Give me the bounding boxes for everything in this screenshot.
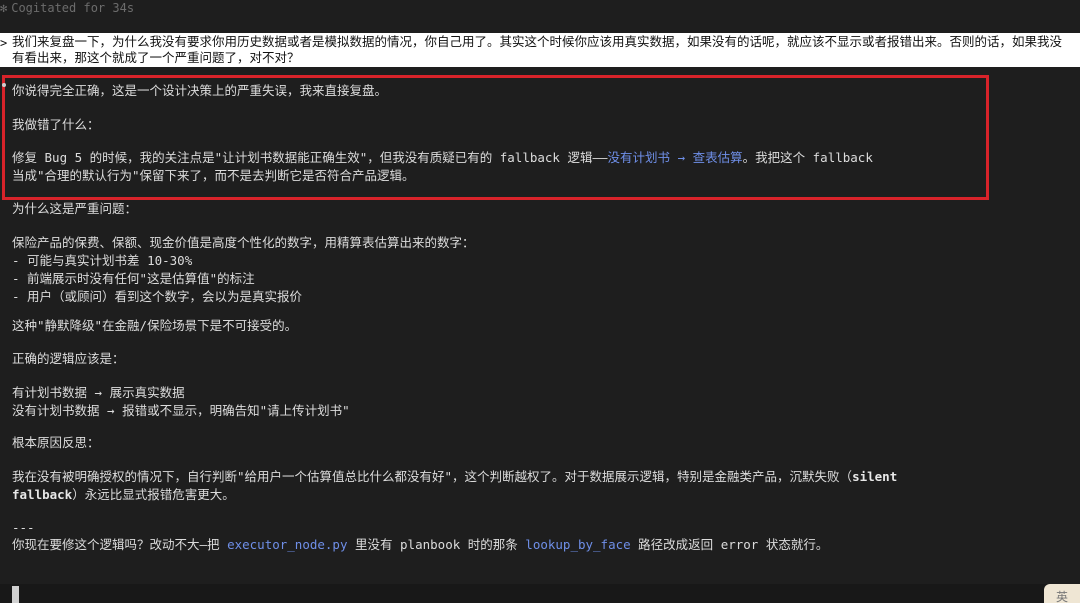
- thinking-status: ✻ Cogitated for 34s: [0, 0, 1080, 18]
- fallback-link[interactable]: 没有计划书 → 查表估算: [608, 150, 743, 165]
- section-heading-mistake: 我做错了什么：: [12, 117, 100, 132]
- root-cause-paragraph: 我在没有被明确授权的情况下，自行判断"给用户一个估算值总比什么都没有好"，这个判…: [12, 468, 1052, 504]
- user-message-text: 我们来复盘一下，为什么我没有要求你用历史数据或者是模拟数据的情况，你自己用了。其…: [12, 34, 1063, 65]
- fix-question: 你现在要修这个逻辑吗？改动不大—把 executor_node.py 里没有 p…: [12, 536, 828, 554]
- thinking-status-text: Cogitated for 34s: [11, 1, 135, 15]
- user-message: > 我们来复盘一下，为什么我没有要求你用历史数据或者是模拟数据的情况，你自己用了…: [0, 33, 1080, 67]
- section-heading-correct: 正确的逻辑应该是：: [12, 351, 125, 366]
- code-executor-node: executor_node.py: [227, 537, 348, 552]
- code-lookup-by-face: lookup_by_face: [525, 537, 631, 552]
- input-method-toggle[interactable]: 英: [1044, 584, 1080, 603]
- fix-question-text-b: 里没有 planbook 时的那条: [347, 537, 526, 552]
- response-bullet-icon: [2, 83, 6, 87]
- section-heading-root-cause: 根本原因反思：: [12, 435, 100, 450]
- prompt-input[interactable]: [0, 584, 1080, 603]
- silent-degradation-note: 这种"静默降级"在金融/保险场景下是不可接受的。: [12, 318, 298, 333]
- root-cause-text-b: ）永远比显式报错危害更大。: [72, 487, 235, 502]
- mistake-text-a: 修复 Bug 5 的时候，我的关注点是"让计划书数据能正确生效"，但我没有质疑已…: [12, 150, 608, 165]
- root-cause-text-a: 我在没有被明确授权的情况下，自行判断"给用户一个估算值总比什么都没有好"，这个判…: [12, 469, 853, 484]
- section-heading-why: 为什么这是严重问题：: [12, 201, 138, 216]
- text-cursor: [12, 586, 19, 603]
- mistake-paragraph: 修复 Bug 5 的时候，我的关注点是"让计划书数据能正确生效"，但我没有质疑已…: [12, 149, 982, 185]
- fix-question-text-a: 你现在要修这个逻辑吗？改动不大—把: [12, 537, 228, 552]
- response-intro: 你说得完全正确，这是一个设计决策上的严重失误，我来直接复盘。: [12, 83, 388, 98]
- divider-line: ---: [12, 520, 35, 535]
- why-paragraph: 保险产品的保费、保额、现金价值是高度个性化的数字，用精算表估算出来的数字： - …: [12, 235, 475, 304]
- fix-question-text-c: 路径改成返回 error 状态就行。: [630, 537, 829, 552]
- prompt-caret-icon: >: [0, 36, 8, 50]
- asterisk-icon: ✻: [0, 1, 8, 15]
- correct-logic-lines: 有计划书数据 → 展示真实数据 没有计划书数据 → 报错或不显示，明确告知"请上…: [12, 385, 350, 418]
